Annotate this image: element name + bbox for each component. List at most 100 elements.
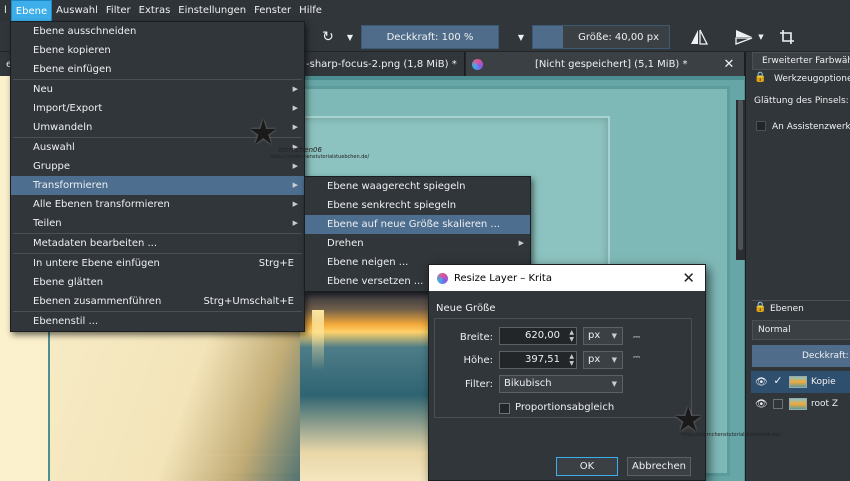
menu-fenster[interactable]: Fenster bbox=[250, 0, 295, 22]
watermark-url: https://sternchenstutorialstuebchen.de/ bbox=[681, 432, 781, 438]
menu-item-ebene-kopieren[interactable]: Ebene kopieren bbox=[11, 41, 304, 60]
layer-checkbox[interactable] bbox=[773, 399, 783, 409]
dock-tab-label: Erweiterter Farbwäh bbox=[762, 56, 850, 66]
menu-auswahl[interactable]: Auswahl bbox=[52, 0, 102, 22]
menu-item-label: Import/Export bbox=[33, 103, 103, 114]
scrollbar-thumb[interactable] bbox=[738, 100, 743, 250]
checkmark-icon[interactable]: ✓ bbox=[773, 375, 783, 387]
menu-filter[interactable]: Filter bbox=[102, 0, 135, 22]
keep-ratio-checkbox[interactable] bbox=[499, 403, 510, 414]
menu-item-in-untere-ebene-einfügen[interactable]: In untere Ebene einfügen Strg+E bbox=[11, 254, 304, 273]
menu-item-label: Transformieren bbox=[33, 180, 109, 191]
cancel-button[interactable]: Abbrechen bbox=[627, 457, 691, 476]
width-spinbox[interactable]: 620,00 ▲ ▼ bbox=[499, 327, 577, 345]
ok-button[interactable]: OK bbox=[556, 457, 618, 476]
height-unit-select[interactable]: px ▼ bbox=[583, 351, 623, 369]
mirror-vertical-icon[interactable] bbox=[734, 25, 754, 49]
chevron-down-icon[interactable]: ▼ bbox=[514, 25, 528, 49]
close-icon[interactable]: ✕ bbox=[682, 269, 695, 287]
menu-partial[interactable]: l bbox=[0, 0, 11, 22]
filter-select[interactable]: Bikubisch ▼ bbox=[499, 375, 623, 393]
dock-divider bbox=[752, 300, 850, 301]
tab-unsaved[interactable]: [Nicht gespeichert] (5,1 MiB) * ✕ bbox=[466, 52, 745, 76]
menu-item-ebenen-zusammenführen[interactable]: Ebenen zusammenführen Strg+Umschalt+E bbox=[11, 292, 304, 311]
layer-row-root[interactable]: 👁 root Z bbox=[751, 393, 850, 415]
submenu-item-drehen[interactable]: Drehen ▶ bbox=[305, 234, 530, 253]
spin-arrows-icon[interactable]: ▲ ▼ bbox=[569, 329, 574, 343]
width-label: Breite: bbox=[459, 332, 493, 343]
mirror-horizontal-icon[interactable] bbox=[688, 25, 710, 49]
submenu-item-ebene-waagerecht-spiegeln[interactable]: Ebene waagerecht spiegeln bbox=[305, 177, 530, 196]
menu-item-label: Alle Ebenen transformieren bbox=[33, 199, 170, 210]
close-icon[interactable]: ✕ bbox=[724, 57, 735, 72]
height-value: 397,51 bbox=[525, 354, 560, 365]
menu-item-label: Ebenen zusammenführen bbox=[33, 296, 162, 307]
right-dock: Erweiterter Farbwäh 🔒 Werkzeugoptione Gl… bbox=[745, 52, 850, 481]
blend-mode-value: Normal bbox=[758, 325, 791, 335]
menu-item-label: In untere Ebene einfügen bbox=[33, 258, 160, 269]
tab-sharp-focus[interactable]: -sharp-focus-2.png (1,8 MiB) * ✕ bbox=[300, 52, 476, 76]
submenu-item-ebene-auf-neue-größe-skalieren[interactable]: Ebene auf neue Größe skalieren ... bbox=[305, 215, 530, 234]
lock-icon[interactable]: 🔒 bbox=[754, 72, 766, 83]
layer-row-kopie[interactable]: 👁 ✓ Kopie bbox=[751, 371, 850, 393]
menu-item-label: Ebene versetzen ... bbox=[327, 276, 424, 287]
eye-icon[interactable]: 👁 bbox=[755, 399, 768, 410]
canvas-vertical-scrollbar[interactable] bbox=[736, 100, 745, 260]
assistant-checkbox[interactable] bbox=[756, 121, 766, 131]
menu-item-metadaten-bearbeiten[interactable]: Metadaten bearbeiten ... bbox=[11, 234, 304, 253]
crop-icon[interactable] bbox=[776, 25, 798, 49]
filter-value: Bikubisch bbox=[504, 378, 552, 389]
spin-arrows-icon[interactable]: ▲ ▼ bbox=[569, 353, 574, 367]
menu-item-ebenenstil[interactable]: Ebenenstil ... bbox=[11, 312, 304, 331]
height-spinbox[interactable]: 397,51 ▲ ▼ bbox=[499, 351, 577, 369]
menu-ebene[interactable]: Ebene bbox=[10, 0, 53, 22]
menu-item-label: Ebene neigen ... bbox=[327, 257, 409, 268]
chevron-down-icon: ▼ bbox=[611, 356, 617, 364]
menu-item-ebene-ausschneiden[interactable]: Ebene ausschneiden bbox=[11, 22, 304, 41]
menu-item-label: Metadaten bearbeiten ... bbox=[33, 238, 158, 249]
menu-item-label: Ebenenstil ... bbox=[33, 316, 99, 327]
width-value: 620,00 bbox=[525, 330, 560, 341]
menu-item-label: Ebene kopieren bbox=[33, 45, 111, 56]
menu-item-label: Neu bbox=[33, 84, 53, 95]
menu-extras[interactable]: Extras bbox=[135, 0, 175, 22]
lock-icon[interactable]: 🔒 bbox=[754, 302, 766, 313]
eye-icon[interactable]: 👁 bbox=[755, 377, 768, 388]
submenu-arrow-icon: ▶ bbox=[292, 85, 298, 93]
dialog-titlebar: Resize Layer – Krita ✕ bbox=[429, 265, 705, 291]
brush-size-slider[interactable]: Größe: 40,00 px bbox=[532, 25, 670, 49]
menu-item-ebene-glätten[interactable]: Ebene glätten bbox=[11, 273, 304, 292]
opacity-slider[interactable]: Deckkraft: 100 % bbox=[361, 25, 499, 49]
chevron-down-icon[interactable]: ▼ bbox=[343, 25, 357, 49]
menu-item-gruppe[interactable]: Gruppe ▶ bbox=[11, 157, 304, 176]
menu-item-label: Ebene auf neue Größe skalieren ... bbox=[327, 219, 500, 230]
krita-logo-icon bbox=[472, 58, 483, 70]
menu-item-label: Ebene ausschneiden bbox=[33, 26, 137, 37]
menu-item-neu[interactable]: Neu ▶ bbox=[11, 80, 304, 99]
menu-hilfe[interactable]: Hilfe bbox=[295, 0, 326, 22]
watermark-name: sternchen06 bbox=[278, 146, 322, 154]
tool-options-title: Werkzeugoptione bbox=[774, 74, 850, 84]
submenu-arrow-icon: ▶ bbox=[518, 239, 524, 247]
submenu-item-ebene-senkrecht-spiegeln[interactable]: Ebene senkrecht spiegeln bbox=[305, 196, 530, 215]
reload-preset-icon[interactable]: ↻ bbox=[316, 25, 340, 49]
layer-thumbnail bbox=[789, 376, 807, 388]
watermark-url: https://sternchenstutorialstuebchen.de/ bbox=[270, 154, 370, 160]
menu-item-label: Ebene glätten bbox=[33, 277, 104, 288]
menu-einstellungen[interactable]: Einstellungen bbox=[174, 0, 250, 22]
keep-ratio-label: Proportionsabgleich bbox=[515, 402, 615, 413]
link-aspect-icon[interactable]: ⎓ ⎓ bbox=[633, 333, 640, 363]
menu-item-teilen[interactable]: Teilen ▶ bbox=[11, 214, 304, 233]
watermark: ★ sternchen06 https://sternchenstutorial… bbox=[248, 116, 369, 160]
tab-label: -sharp-focus-2.png (1,8 MiB) * bbox=[306, 58, 457, 70]
width-unit-select[interactable]: px ▼ bbox=[583, 327, 623, 345]
submenu-arrow-icon: ▶ bbox=[292, 219, 298, 227]
menu-item-label: Auswahl bbox=[33, 142, 75, 153]
menu-item-ebene-einfügen[interactable]: Ebene einfügen bbox=[11, 60, 304, 79]
menu-item-label: Ebene waagerecht spiegeln bbox=[327, 181, 466, 192]
layer-opacity-label: Deckkraft: bbox=[802, 351, 849, 361]
menu-item-alle-ebenen-transformieren[interactable]: Alle Ebenen transformieren ▶ bbox=[11, 195, 304, 214]
krita-logo-icon bbox=[437, 272, 448, 284]
menu-item-transformieren[interactable]: Transformieren ▶ bbox=[11, 176, 304, 195]
chevron-down-icon[interactable]: ▼ bbox=[756, 25, 766, 49]
